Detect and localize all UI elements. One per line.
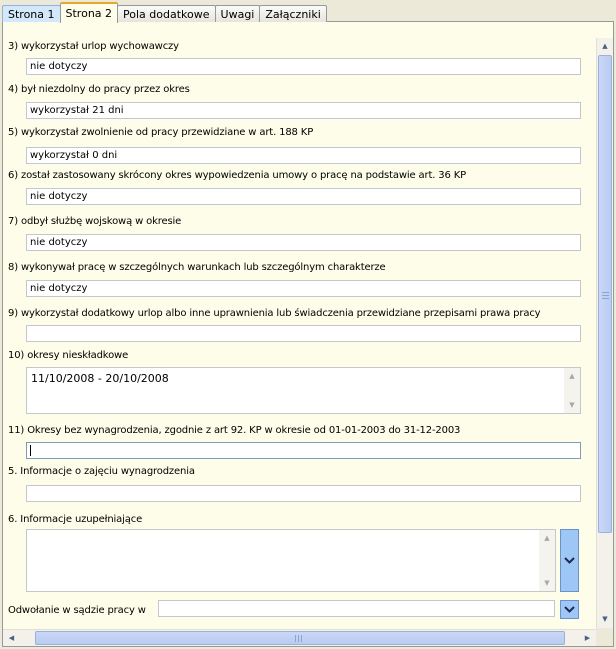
tab-pola-dodatkowe[interactable]: Pola dodatkowe (117, 5, 216, 22)
field-10-value: 11/10/2008 - 20/10/2008 (31, 372, 169, 385)
field-10-label: 10) okresy nieskładkowe (8, 350, 129, 361)
field-6-label: 6) został zastosowany skrócony okres wyp… (8, 170, 467, 181)
field-3-input[interactable]: nie dotyczy (26, 58, 581, 75)
scroll-down-icon[interactable]: ▼ (539, 575, 555, 591)
scroll-up-icon[interactable]: ▲ (539, 530, 555, 546)
info-6-label: 6. Informacje uzupełniające (8, 514, 143, 525)
field-4-label: 4) był niezdolny do pracy przez okres (8, 84, 190, 95)
field-5-label: 5) wykorzystał zwolnienie od pracy przew… (8, 127, 314, 138)
tab-zalaczniki[interactable]: Załączniki (259, 5, 327, 22)
scroll-up-icon[interactable]: ▲ (564, 368, 580, 384)
field-4-input[interactable]: wykorzystał 21 dni (26, 102, 581, 119)
field-11-input[interactable] (26, 442, 581, 459)
grip-line (298, 635, 299, 642)
chevron-down-icon (564, 606, 575, 613)
field-7-label: 7) odbył służbę wojskową w okresie (8, 216, 182, 227)
tab-strip: Strona 1 Strona 2 Pola dodatkowe Uwagi Z… (2, 2, 327, 23)
field-11-label: 11) Okresy bez wynagrodzenia, zgodnie z … (8, 425, 461, 436)
court-label: Odwołanie w sądzie pracy w (8, 605, 146, 616)
tab-uwagi[interactable]: Uwagi (214, 5, 261, 22)
field-8-label: 8) wykonywał pracę w szczególnych warunk… (8, 262, 386, 273)
field-8-input[interactable]: nie dotyczy (26, 280, 581, 297)
tab-panel: 3) wykorzystał urlop wychowawczy nie dot… (2, 21, 614, 647)
info-5-input[interactable] (26, 485, 581, 502)
field-7-input[interactable]: nie dotyczy (26, 234, 581, 251)
field-3-label: 3) wykorzystał urlop wychowawczy (8, 41, 179, 52)
info-5-label: 5. Informacje o zajęciu wynagrodzenia (8, 466, 195, 477)
text-caret (30, 445, 31, 456)
form-content: 3) wykorzystał urlop wychowawczy nie dot… (3, 22, 596, 625)
info-6-scrollbar[interactable]: ▲ ▼ (539, 530, 555, 591)
grip-line (301, 635, 302, 642)
info-6-dropdown-button[interactable] (560, 529, 579, 592)
scroll-up-icon[interactable]: ▲ (597, 38, 613, 55)
field-10-textarea[interactable]: 11/10/2008 - 20/10/2008 ▲ ▼ (26, 367, 581, 414)
scroll-down-icon[interactable]: ▼ (564, 397, 580, 413)
tab-strona-2[interactable]: Strona 2 (59, 2, 119, 23)
horizontal-scrollbar[interactable]: ◀ ▶ (3, 629, 596, 646)
field-9-label: 9) wykorzystał dodatkowy urlop albo inne… (8, 308, 541, 319)
scroll-right-icon[interactable]: ▶ (579, 630, 596, 646)
court-dropdown-button[interactable] (560, 600, 579, 619)
grip-line (602, 298, 609, 299)
vertical-scrollbar[interactable]: ▲ ▼ (596, 38, 613, 628)
info-6-textarea[interactable]: ▲ ▼ (26, 529, 556, 592)
scroll-left-icon[interactable]: ◀ (3, 630, 20, 646)
field-6-input[interactable]: nie dotyczy (26, 188, 581, 205)
tab-strona-1[interactable]: Strona 1 (2, 5, 61, 22)
field-10-scrollbar[interactable]: ▲ ▼ (564, 368, 580, 413)
grip-line (295, 635, 296, 642)
field-9-input[interactable] (26, 325, 581, 342)
horizontal-scroll-thumb[interactable] (35, 631, 565, 645)
grip-line (602, 295, 609, 296)
vertical-scroll-thumb[interactable] (598, 55, 612, 533)
scroll-down-icon[interactable]: ▼ (597, 611, 613, 628)
field-5-input[interactable]: wykorzystał 0 dni (26, 147, 581, 164)
scrollbar-corner (596, 628, 613, 646)
grip-line (602, 292, 609, 293)
court-input[interactable] (158, 600, 555, 617)
chevron-down-icon (564, 557, 575, 564)
